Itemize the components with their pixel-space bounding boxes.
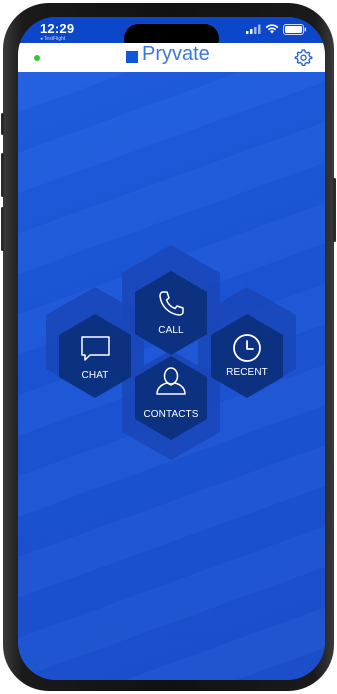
call-button[interactable]: CALL (135, 271, 207, 355)
screen: 12:29 ◂ TestFlight Pryvate CALL CHAT REC… (18, 17, 325, 680)
back-to-testflight[interactable]: ◂ TestFlight (40, 36, 65, 42)
battery-icon (283, 23, 307, 35)
signal-icon (246, 24, 261, 34)
contacts-button[interactable]: CONTACTS (135, 356, 207, 440)
status-bar: 12:29 ◂ TestFlight (18, 17, 325, 53)
contacts-label: CONTACTS (143, 409, 199, 420)
main-menu: CALL CHAT RECENT CONTACTS (18, 72, 325, 680)
home-indicator (122, 669, 222, 673)
volume-up-button (1, 153, 4, 197)
status-time: 12:29 (40, 21, 75, 36)
presence-indicator (34, 55, 40, 61)
call-label: CALL (158, 325, 184, 336)
chat-button[interactable]: CHAT (59, 314, 131, 398)
logo-mark-icon (126, 51, 138, 63)
power-button (333, 178, 336, 242)
recent-button[interactable]: RECENT (211, 314, 283, 398)
mute-switch (1, 113, 4, 135)
chat-label: CHAT (81, 370, 109, 381)
wifi-icon (265, 24, 279, 34)
volume-down-button (1, 207, 4, 251)
app-header: Pryvate (18, 43, 325, 72)
logo-text: Pryvate (142, 43, 210, 65)
recent-label: RECENT (226, 367, 268, 378)
status-icons (246, 23, 307, 35)
phone-frame: 12:29 ◂ TestFlight Pryvate CALL CHAT REC… (1, 3, 336, 691)
app-logo: Pryvate (126, 43, 210, 65)
gear-icon[interactable] (294, 48, 313, 67)
